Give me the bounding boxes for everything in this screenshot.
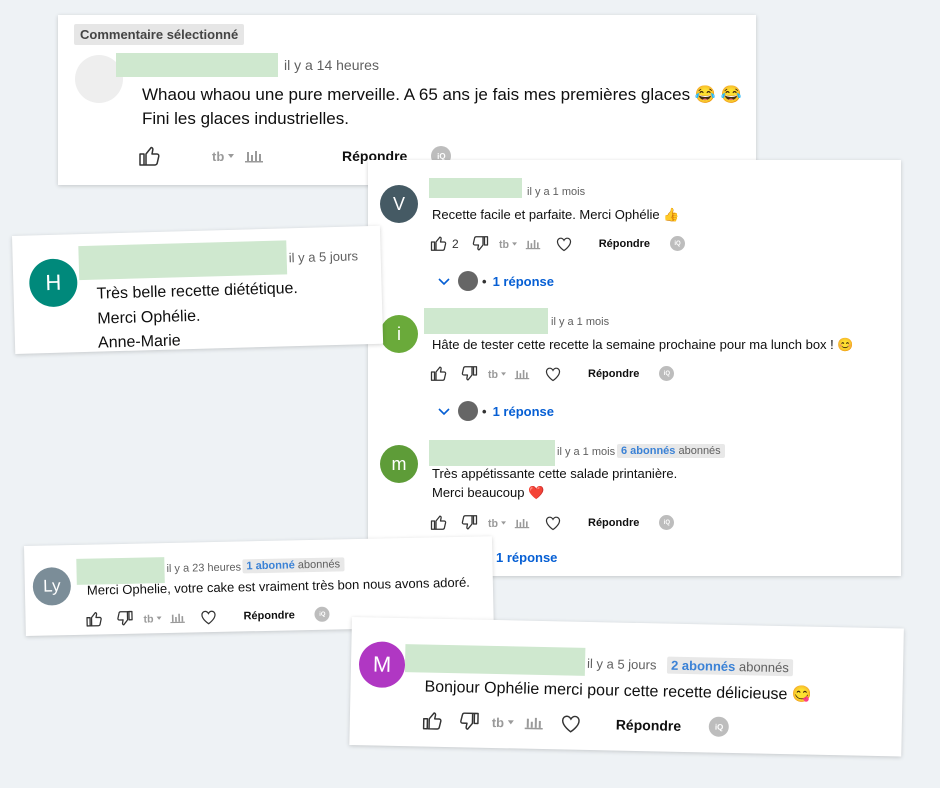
like-count: 2 [452,236,459,251]
stats-icon[interactable] [169,611,185,623]
comment-time: il y a 1 mois [551,316,610,328]
comment-time: il y a 5 jours [586,655,657,673]
bullet: • [482,273,487,289]
subscriber-badge: 2 abonnés abonnés [666,656,794,677]
heart-icon[interactable] [555,236,573,252]
stats-icon[interactable] [524,716,544,730]
dislike-icon[interactable] [460,365,478,382]
comment-time: il y a 14 heures [284,57,379,73]
like-icon[interactable] [85,610,103,627]
comment-time: il y a 23 heures [166,561,242,576]
avatar: H [28,258,78,308]
like-icon[interactable] [138,145,162,167]
subscriber-badge: 6 abonnés abonnés [617,444,725,458]
bullet: • [482,403,487,419]
replies-count: 1 réponse [492,273,554,289]
dislike-icon[interactable] [458,711,480,731]
creator-avatar [458,271,478,291]
svg-text:tb: tb [492,715,505,729]
dislike-icon[interactable] [115,610,133,627]
reply-button[interactable]: Répondre [588,368,639,380]
svg-text:tb: tb [488,518,499,529]
comment-actions: tb Répondre iQ [430,514,675,531]
chevron-down-icon [438,274,450,289]
avatar: m [380,445,418,483]
author-name-redacted [404,644,586,676]
comment-text: Fini les glaces industrielles. [142,109,349,128]
comment-text: Recette facile et parfaite. Merci Ophéli… [432,207,680,222]
comment-text: Bonjour Ophélie merci pour cette recette… [424,678,812,704]
like-icon[interactable] [430,514,448,531]
comment-text: Merci beaucoup ❤️ [432,485,545,500]
comment-text: Whaou whaou une pure merveille. A 65 ans… [142,85,742,104]
view-replies-button[interactable]: • 1 réponse [438,401,554,421]
chevron-down-icon [438,404,450,419]
heart-icon[interactable] [199,608,217,624]
comment-text: Merci Ophélie. [97,307,201,328]
replies-count: 1 réponse [496,550,558,565]
translate-icon[interactable]: tb [143,612,162,624]
stats-icon[interactable] [514,368,530,380]
avatar: i [380,315,418,353]
heart-icon[interactable] [560,713,582,733]
avatar: V [380,185,418,223]
translate-icon[interactable]: tb [499,238,517,250]
comment-card-thread: V il y a 1 mois Recette facile et parfai… [368,160,901,576]
like-icon[interactable] [430,235,448,252]
reply-button[interactable]: Répondre [599,238,650,250]
translate-icon[interactable]: tb [488,368,506,380]
comment-card-diet: H il y a 5 jours Très belle recette diét… [12,225,384,354]
iq-badge[interactable]: iQ [659,366,675,381]
creator-avatar [458,401,478,421]
author-name-redacted [116,53,278,77]
stats-icon[interactable] [514,517,530,529]
avatar: Ly [32,567,72,606]
author-name-redacted [424,308,548,334]
reply-button[interactable]: Répondre [243,609,295,622]
stats-icon[interactable] [244,149,264,163]
svg-text:tb: tb [212,149,224,163]
avatar: M [358,641,406,689]
comment-time: il y a 5 jours [288,248,359,266]
heart-icon[interactable] [544,515,562,531]
author-name-redacted [429,440,555,466]
reply-button[interactable]: Répondre [588,517,639,529]
comment-actions: tb Répondre iQ [85,606,330,628]
like-icon[interactable] [422,710,444,730]
comment-time: il y a 1 mois [527,186,586,198]
heart-icon[interactable] [544,366,562,382]
replies-count: 1 réponse [492,403,554,419]
iq-badge[interactable]: iQ [314,606,330,622]
comment-text: Hâte de tester cette recette la semaine … [432,337,854,352]
comment-time: il y a 1 mois [557,446,616,458]
translate-icon[interactable]: tb [212,149,234,163]
comment-actions: 2 tb Répondre iQ [430,235,686,252]
comment-text: Très belle recette diététique. [96,280,299,303]
iq-badge[interactable]: iQ [708,716,730,737]
svg-text:tb: tb [488,369,499,380]
svg-text:tb: tb [143,613,154,624]
comment-text: Anne-Marie [97,332,181,352]
author-name-redacted [78,240,288,281]
comment-card-delicious: M il y a 5 jours 2 abonnés abonnés Bonjo… [349,617,904,757]
iq-badge[interactable]: iQ [670,236,686,251]
view-replies-button[interactable]: • 1 réponse [438,271,554,291]
subscriber-badge: 1 abonné abonnés [242,557,345,574]
stats-icon[interactable] [525,238,541,250]
iq-badge[interactable]: iQ [659,515,675,530]
dislike-icon[interactable] [460,514,478,531]
svg-text:tb: tb [499,239,510,250]
reply-button[interactable]: Répondre [616,717,682,734]
translate-icon[interactable]: tb [492,715,514,729]
comment-text: Très appétissante cette salade printaniè… [432,466,678,481]
author-name-redacted [429,178,522,198]
translate-icon[interactable]: tb [488,517,506,529]
comment-actions: tb Répondre iQ [430,365,675,382]
view-replies-button[interactable]: 1 réponse [496,550,557,565]
dislike-icon[interactable] [471,235,489,252]
comment-actions: tb Répondre iQ [422,710,730,737]
like-icon[interactable] [430,365,448,382]
selected-comment-tag: Commentaire sélectionné [74,24,245,45]
